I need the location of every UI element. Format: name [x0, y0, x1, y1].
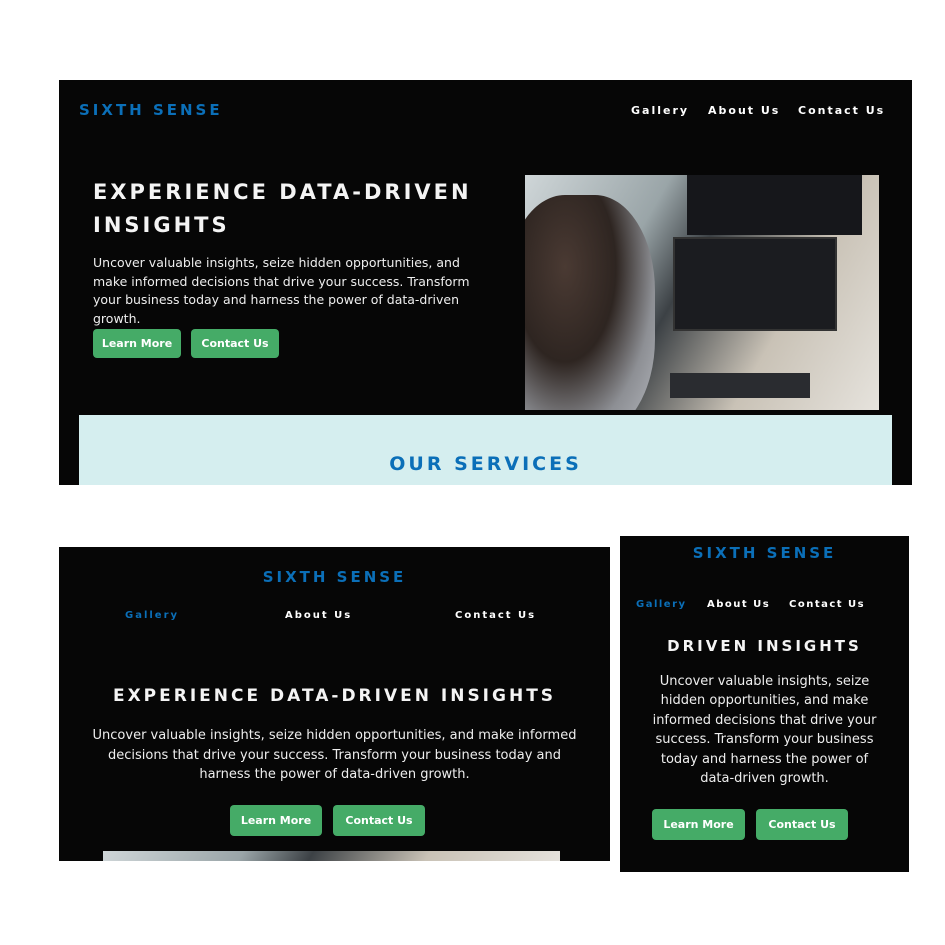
monitor-top: [687, 175, 862, 235]
nav-contact-us[interactable]: Contact Us: [789, 599, 865, 610]
hero-text: Uncover valuable insights, seize hidden …: [92, 728, 577, 782]
nav-about-us[interactable]: About Us: [285, 610, 352, 621]
mobile-view: SIXTH SENSE Gallery About Us Contact Us …: [620, 536, 909, 872]
learn-more-button[interactable]: Learn More: [230, 805, 322, 836]
learn-more-button[interactable]: Learn More: [652, 809, 745, 840]
nav-about-us[interactable]: About Us: [707, 599, 770, 610]
hero-image: [103, 851, 560, 861]
nav-contact-us[interactable]: Contact Us: [798, 104, 885, 117]
nav-gallery[interactable]: Gallery: [631, 104, 689, 117]
hero-text: Uncover valuable insights, seize hidden …: [652, 674, 877, 787]
nav-gallery[interactable]: Gallery: [636, 599, 687, 610]
services-title: OUR SERVICES: [389, 453, 582, 475]
services-section: OUR SERVICES: [79, 415, 892, 485]
brand-logo[interactable]: SIXTH SENSE: [79, 101, 223, 119]
person: [525, 195, 655, 410]
brand-logo[interactable]: SIXTH SENSE: [620, 544, 909, 562]
hero-text: Uncover valuable insights, seize hidden …: [93, 255, 470, 326]
tablet-view: SIXTH SENSE Gallery About Us Contact Us …: [59, 547, 610, 861]
desktop-view: SIXTH SENSE Gallery About Us Contact Us …: [59, 80, 912, 485]
learn-more-button[interactable]: Learn More: [93, 329, 181, 358]
contact-us-button[interactable]: Contact Us: [333, 805, 425, 836]
nav-contact-us[interactable]: Contact Us: [455, 610, 536, 621]
monitor: [673, 237, 837, 331]
contact-us-button[interactable]: Contact Us: [191, 329, 279, 358]
nav-gallery[interactable]: Gallery: [125, 610, 179, 621]
hero-image: [525, 175, 879, 410]
nav-about-us[interactable]: About Us: [708, 104, 780, 117]
keyboard: [670, 373, 810, 398]
hero-title: DRIVEN INSIGHTS: [667, 637, 862, 655]
hero-title: EXPERIENCE DATA-DRIVEN INSIGHTS: [93, 180, 472, 237]
hero-title: EXPERIENCE DATA-DRIVEN INSIGHTS: [112, 686, 557, 706]
contact-us-button[interactable]: Contact Us: [756, 809, 848, 840]
brand-logo[interactable]: SIXTH SENSE: [59, 568, 610, 586]
